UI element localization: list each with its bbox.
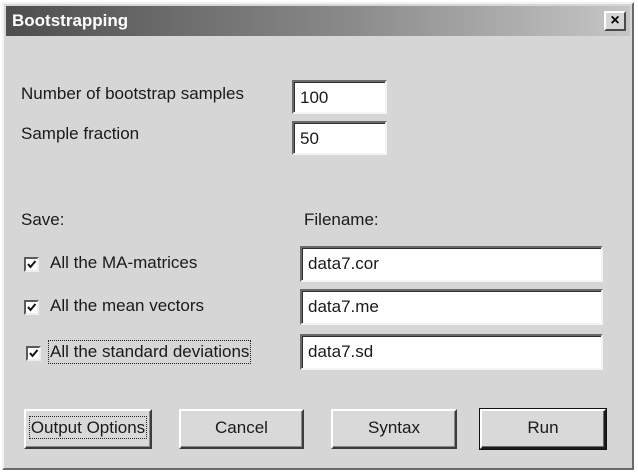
title-bar[interactable]: Bootstrapping × — [6, 6, 630, 36]
filename-label: Filename: — [304, 210, 379, 229]
save-ma-matrices-checkbox[interactable] — [24, 257, 39, 272]
save-mean-vectors-checkbox[interactable] — [24, 300, 39, 315]
save-standard-deviations-checkbox[interactable] — [26, 346, 41, 361]
standard-deviations-filename-input[interactable]: data7.sd — [300, 334, 603, 370]
save-standard-deviations-label[interactable]: All the standard deviations — [47, 340, 252, 364]
fraction-label: Sample fraction — [21, 124, 140, 143]
close-button[interactable]: × — [604, 11, 626, 31]
output-options-button[interactable]: Output Options — [24, 409, 152, 449]
close-icon: × — [610, 12, 620, 29]
run-button[interactable]: Run — [480, 409, 606, 449]
ma-matrices-filename-input[interactable]: data7.cor — [300, 246, 603, 282]
output-options-label: Output Options — [28, 416, 148, 439]
checkmark-icon — [27, 260, 37, 269]
mean-vectors-filename-input[interactable]: data7.me — [300, 289, 603, 325]
checkmark-icon — [27, 303, 37, 312]
save-mean-vectors-label[interactable]: All the mean vectors — [50, 296, 204, 316]
dialog-title: Bootstrapping — [12, 11, 129, 30]
checkmark-icon — [29, 349, 39, 358]
syntax-button[interactable]: Syntax — [331, 409, 457, 449]
save-ma-matrices-label[interactable]: All the MA-matrices — [50, 253, 197, 273]
bootstrapping-dialog: Bootstrapping × Number of bootstrap samp… — [2, 2, 634, 470]
samples-input[interactable]: 100 — [292, 80, 387, 114]
fraction-input[interactable]: 50 — [292, 121, 387, 155]
save-label: Save: — [21, 210, 65, 229]
samples-label: Number of bootstrap samples — [21, 84, 244, 103]
cancel-button[interactable]: Cancel — [179, 409, 304, 449]
